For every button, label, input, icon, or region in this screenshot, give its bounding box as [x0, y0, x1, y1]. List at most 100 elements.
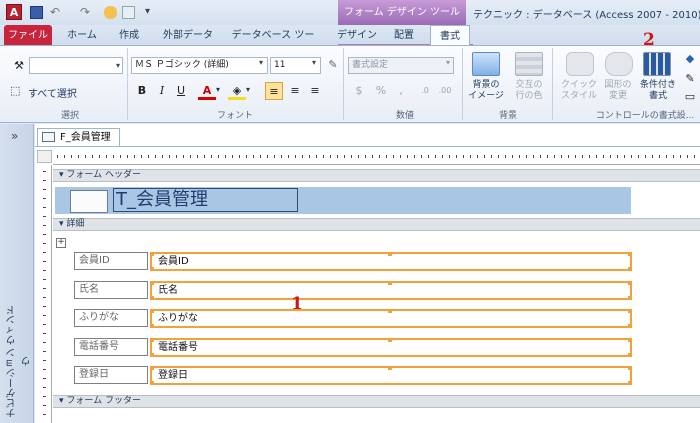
navigation-pane-label[interactable]: ナビゲーション ウィンドウ [5, 300, 33, 423]
ruler-tick [43, 279, 46, 280]
format-painter-icon[interactable]: ✎ [324, 56, 342, 74]
align-center-button[interactable]: ≡ [286, 82, 304, 100]
fill-color-dropdown-icon[interactable]: ▾ [246, 85, 250, 94]
customize-toolbar-icon[interactable]: ▾ [145, 6, 158, 19]
selection-handle[interactable] [150, 366, 154, 370]
form-selector-box[interactable] [37, 150, 52, 163]
access-app-icon[interactable]: A [6, 4, 22, 20]
tab-design[interactable]: デザイン [334, 25, 380, 46]
font-color-icon[interactable]: A [198, 82, 216, 100]
tab-database-tools[interactable]: データベース ツール [228, 25, 318, 62]
shape-effects-icon[interactable]: ▭ [681, 88, 699, 106]
selection-handle[interactable] [628, 381, 632, 385]
increase-decimals-icon[interactable]: .0 [416, 82, 434, 100]
horizontal-ruler[interactable] [53, 149, 700, 165]
selection-handle[interactable] [388, 366, 392, 370]
percent-icon[interactable]: % [372, 82, 390, 100]
ruler-tick [134, 155, 135, 158]
object-selector-combo[interactable]: ▾ [29, 57, 123, 74]
align-right-button[interactable]: ≡ [306, 82, 324, 100]
selection-handle[interactable] [150, 252, 154, 256]
tab-format[interactable]: 書式 [430, 25, 470, 46]
object-selector-icon[interactable]: ⚒ [10, 57, 28, 75]
print-preview-icon[interactable] [122, 6, 135, 19]
italic-button[interactable]: I [153, 82, 171, 100]
number-format-dropdown-icon[interactable]: ▾ [446, 58, 450, 67]
save-icon[interactable] [30, 6, 43, 19]
section-bar-detail[interactable]: ▾ 詳細 [53, 218, 700, 231]
selection-handle[interactable] [628, 338, 632, 342]
font-color-dropdown-icon[interactable]: ▾ [216, 85, 220, 94]
selection-handle[interactable] [628, 353, 632, 357]
ruler-tick [316, 155, 317, 158]
ruler-tick [407, 155, 408, 158]
form-title-label[interactable]: T_会員管理 [113, 188, 298, 212]
currency-icon[interactable]: $ [350, 82, 368, 100]
section-bar-form-header[interactable]: ▾ フォーム ヘッダー [53, 169, 700, 182]
ruler-tick [470, 155, 471, 158]
shape-fill-icon[interactable]: ◆ [681, 50, 699, 68]
tab-home[interactable]: ホーム [62, 25, 102, 46]
selection-handle[interactable] [628, 366, 632, 370]
fill-color-icon[interactable]: ◈ [228, 82, 246, 100]
selection-handle[interactable] [150, 338, 154, 342]
selection-handle[interactable] [150, 353, 154, 357]
change-shape-button[interactable]: 図形の 変更 [596, 80, 640, 102]
shape-outline-icon[interactable]: ✎ [681, 70, 699, 88]
selection-handle[interactable] [388, 338, 392, 342]
selection-handle[interactable] [150, 267, 154, 271]
tab-arrange[interactable]: 配置 [386, 25, 422, 46]
label-furigana[interactable]: ふりがな [74, 309, 148, 327]
quick-style-icon[interactable] [566, 52, 594, 76]
label-phone[interactable]: 電話番号 [74, 338, 148, 356]
selection-handle[interactable] [150, 309, 154, 313]
font-name-dropdown-icon[interactable]: ▾ [259, 58, 263, 67]
quick-print-icon[interactable] [104, 6, 117, 19]
selection-handle[interactable] [150, 296, 154, 300]
selection-handle[interactable] [150, 324, 154, 328]
selection-handle[interactable] [628, 281, 632, 285]
form-logo-image[interactable] [70, 190, 108, 213]
selection-handle[interactable] [628, 252, 632, 256]
selection-handle[interactable] [150, 281, 154, 285]
nav-pane-expand-icon[interactable]: » [11, 129, 18, 143]
font-name-combo[interactable]: ＭＳ Ｐゴシック (詳細) [131, 57, 268, 74]
tab-file[interactable]: ファイル [4, 25, 52, 46]
align-left-button[interactable]: ≡ [265, 82, 283, 100]
ruler-tick [603, 155, 604, 158]
ruler-tick [43, 270, 46, 271]
vertical-ruler[interactable] [37, 165, 52, 423]
redo-icon[interactable]: ↷ [80, 6, 93, 19]
selection-handle[interactable] [388, 252, 392, 256]
selection-handle[interactable] [150, 381, 154, 385]
alternate-row-color-icon[interactable] [515, 52, 543, 76]
selection-handle[interactable] [628, 267, 632, 271]
label-name[interactable]: 氏名 [74, 281, 148, 299]
tab-external-data[interactable]: 外部データ [156, 25, 220, 46]
selection-handle[interactable] [628, 309, 632, 313]
bold-button[interactable]: B [133, 82, 151, 100]
ruler-tick [463, 155, 464, 158]
font-size-dropdown-icon[interactable]: ▾ [312, 58, 316, 67]
conditional-formatting-icon[interactable] [643, 52, 671, 76]
section-bar-form-footer[interactable]: ▾ フォーム フッター [53, 395, 700, 408]
selection-handle[interactable] [388, 281, 392, 285]
comma-icon[interactable]: , [392, 82, 410, 100]
form-footer-section[interactable] [53, 409, 700, 423]
selection-handle[interactable] [628, 296, 632, 300]
decrease-decimals-icon[interactable]: .00 [436, 82, 454, 100]
underline-button[interactable]: U [172, 82, 190, 100]
label-member-id[interactable]: 会員ID [74, 252, 148, 270]
selection-handle[interactable] [628, 324, 632, 328]
select-all-button[interactable]: すべて選択 [28, 85, 77, 100]
conditional-formatting-button[interactable]: 条件付き 書式 [636, 80, 680, 102]
layout-move-handle-icon[interactable]: + [56, 238, 66, 248]
selection-handle[interactable] [388, 309, 392, 313]
number-format-combo[interactable]: 書式設定 [348, 57, 454, 74]
change-shape-icon[interactable] [605, 52, 633, 76]
alternate-row-color-button[interactable]: 交互の 行の色 [505, 80, 553, 102]
tab-create[interactable]: 作成 [112, 25, 146, 46]
background-image-icon[interactable] [472, 52, 500, 76]
label-registered-date[interactable]: 登録日 [74, 366, 148, 384]
undo-icon[interactable]: ↶ [50, 6, 63, 19]
